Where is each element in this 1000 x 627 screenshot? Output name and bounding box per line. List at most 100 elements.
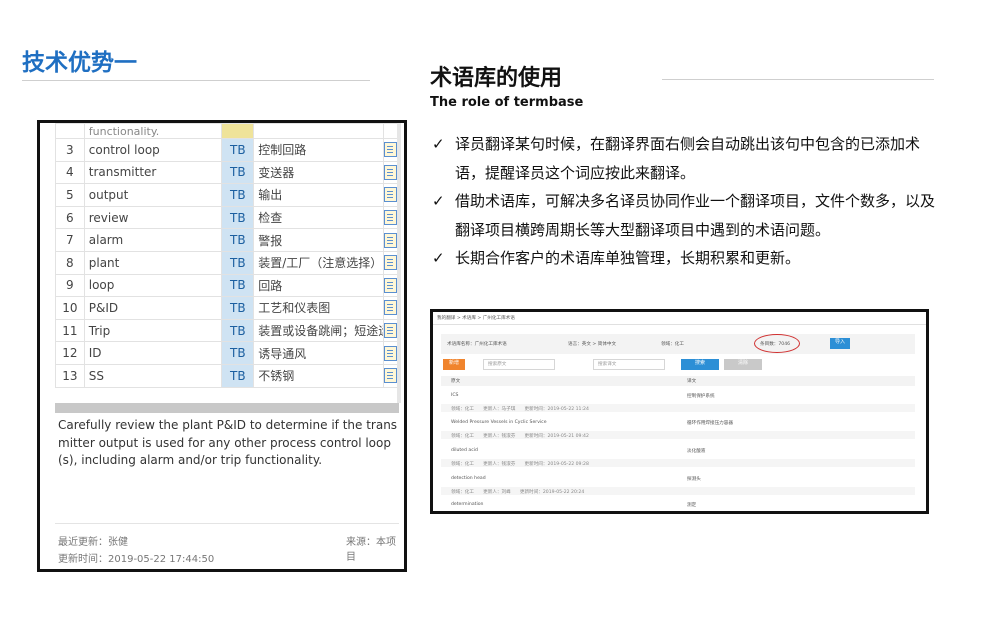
term-target: 装置或设备跳闸；短途运输 <box>253 318 384 343</box>
column-source: 原文 <box>451 379 461 384</box>
bullet-text: 长期合作客户的术语库单独管理，长期积累和更新。 <box>455 249 801 267</box>
term-source: P&ID <box>83 296 223 320</box>
term-target: 装置/工厂（注意选择） <box>253 250 384 275</box>
checkmark-icon: ✓ <box>432 249 445 267</box>
section-title: 术语库的使用 <box>430 66 563 91</box>
checkmark-icon: ✓ <box>432 135 445 153</box>
term-target: 控制回路 <box>253 138 384 162</box>
entry-source[interactable]: diluted acid <box>451 448 478 453</box>
term-source: plant <box>83 250 223 275</box>
entry-meta: 领域：化工 更新人：钱淑芬 更新时间：2019-05-21 09:42 <box>451 434 589 439</box>
entry-target[interactable]: 循环作用焊接压力容器 <box>687 420 733 426</box>
table-row[interactable]: 12 ID TB 诱导通风 <box>55 341 400 365</box>
edit-document-icon[interactable] <box>384 187 398 203</box>
entry-target[interactable]: 淡化酸液 <box>687 448 705 454</box>
bullet-text: 借助术语库，可解决多名译员协同作业一个翻译项目，文件个数多，以及翻译项目横跨周期… <box>455 192 936 239</box>
entry-meta: 领域：化工 更新人：刘峰 更新时间：2019-05-22 20:24 <box>451 490 585 495</box>
bullet-item: ✓ 译员翻译某句时候，在翻译界面右侧会自动跳出该句中包含的已添加术语，提醒译员这… <box>430 130 945 187</box>
entry-source[interactable]: detection head <box>451 476 486 481</box>
row-number: 12 <box>55 341 85 365</box>
tb-tag: TB <box>221 363 255 388</box>
row-number: 8 <box>55 250 85 275</box>
table-row[interactable]: 8 plant TB 装置/工厂（注意选择） <box>55 250 400 275</box>
bullet-item: ✓ 借助术语库，可解决多名译员协同作业一个翻译项目，文件个数多，以及翻译项目横跨… <box>430 187 945 244</box>
table-row: functionality. <box>55 123 400 139</box>
edit-document-icon[interactable] <box>384 300 398 316</box>
entry-target[interactable]: 测定 <box>687 502 696 508</box>
checkmark-icon: ✓ <box>432 192 445 210</box>
language-pair: 语言：英文 > 简体中文 <box>568 342 617 347</box>
row-number: 9 <box>55 273 85 298</box>
horizontal-scrollbar[interactable] <box>55 403 399 413</box>
bullet-text: 译员翻译某句时候，在翻译界面右侧会自动跳出该句中包含的已添加术语，提醒译员这个词… <box>455 135 921 182</box>
search-source-input[interactable]: 搜索原文 <box>483 359 555 370</box>
edit-document-icon[interactable] <box>384 368 398 384</box>
divider <box>433 324 926 325</box>
section-subtitle: The role of termbase <box>430 95 584 110</box>
search-target-input[interactable]: 搜索译文 <box>593 359 665 370</box>
tb-tag: TB <box>221 228 255 252</box>
entry-target[interactable]: 探测头 <box>687 476 701 482</box>
table-row[interactable]: 9 loop TB 回路 <box>55 273 400 298</box>
scrollbar[interactable] <box>397 123 401 403</box>
edit-document-icon[interactable] <box>384 232 398 248</box>
term-target: 变送器 <box>253 160 384 185</box>
slide-title: 技术优势一 <box>22 50 137 76</box>
edit-document-icon[interactable] <box>384 255 398 271</box>
table-row[interactable]: 10 P&ID TB 工艺和仪表图 <box>55 296 400 320</box>
term-source: output <box>83 183 223 207</box>
table-row[interactable]: 4 transmitter TB 变送器 <box>55 160 400 185</box>
section-underline <box>662 79 934 80</box>
edit-document-icon[interactable] <box>384 210 398 226</box>
edit-document-icon[interactable] <box>384 164 398 180</box>
row-number: 6 <box>55 205 85 230</box>
edit-document-icon[interactable] <box>384 142 398 158</box>
term-target: 警报 <box>253 228 384 252</box>
entry-source[interactable]: determination <box>451 502 483 507</box>
table-row[interactable]: 3 control loop TB 控制回路 <box>55 138 400 162</box>
table-row[interactable]: 5 output TB 输出 <box>55 183 400 207</box>
import-button[interactable]: 导入 <box>830 338 850 349</box>
term-source: SS <box>83 363 223 388</box>
term-target: 检查 <box>253 205 384 230</box>
entry-source[interactable]: Welded Pressure Vessels in Cyclic Servic… <box>451 420 547 425</box>
table-row[interactable]: 7 alarm TB 警报 <box>55 228 400 252</box>
tb-tag: TB <box>221 296 255 320</box>
table-row[interactable]: 13 SS TB 不锈钢 <box>55 363 400 388</box>
row-number: 3 <box>55 138 85 162</box>
table-row[interactable]: 11TripTB装置或设备跳闸；短途运输 <box>55 318 400 343</box>
row-number: 11 <box>55 318 85 343</box>
edit-document-icon[interactable] <box>384 277 398 293</box>
divider <box>55 523 399 524</box>
term-source-label: 来源：本项目 <box>346 537 396 563</box>
clear-button[interactable]: 清除 <box>724 359 762 370</box>
term-source: control loop <box>83 138 223 162</box>
edit-document-icon[interactable] <box>384 345 398 361</box>
table-row[interactable]: 6 review TB 检查 <box>55 205 400 230</box>
entry-source[interactable]: ICS <box>451 393 458 398</box>
row-number: 10 <box>55 296 85 320</box>
term-description: Carefully review the plant P&ID to deter… <box>58 418 398 467</box>
edit-document-icon[interactable] <box>384 323 398 339</box>
term-source: Trip <box>83 318 223 343</box>
search-button[interactable]: 搜索 <box>681 359 719 370</box>
title-underline <box>22 80 370 81</box>
tb-tag: TB <box>221 273 255 298</box>
tb-tag: TB <box>221 160 255 185</box>
add-button[interactable]: 新增 <box>443 359 465 370</box>
termbase-panel-screenshot: functionality. 3 control loop TB 控制回路 4 tran… <box>37 120 407 572</box>
tb-tag: TB <box>221 183 255 207</box>
bullet-list: ✓ 译员翻译某句时候，在翻译界面右侧会自动跳出该句中包含的已添加术语，提醒译员这… <box>430 130 945 273</box>
column-target: 译文 <box>687 379 697 384</box>
last-updated-by: 最近更新：张健 <box>58 537 128 548</box>
entry-count: 条目数：7046 <box>760 342 791 347</box>
tb-tag: TB <box>221 250 255 275</box>
entry-target[interactable]: 控制保护系统 <box>687 393 715 399</box>
term-target: 不锈钢 <box>253 363 384 388</box>
breadcrumb[interactable]: 我的翻译 > 术语库 > 广州化工库术语 <box>437 315 515 321</box>
tb-tag: TB <box>221 138 255 162</box>
bullet-item: ✓ 长期合作客户的术语库单独管理，长期积累和更新。 <box>430 244 945 273</box>
term-source: review <box>83 205 223 230</box>
tb-tag: TB <box>221 341 255 365</box>
term-source: loop <box>83 273 223 298</box>
